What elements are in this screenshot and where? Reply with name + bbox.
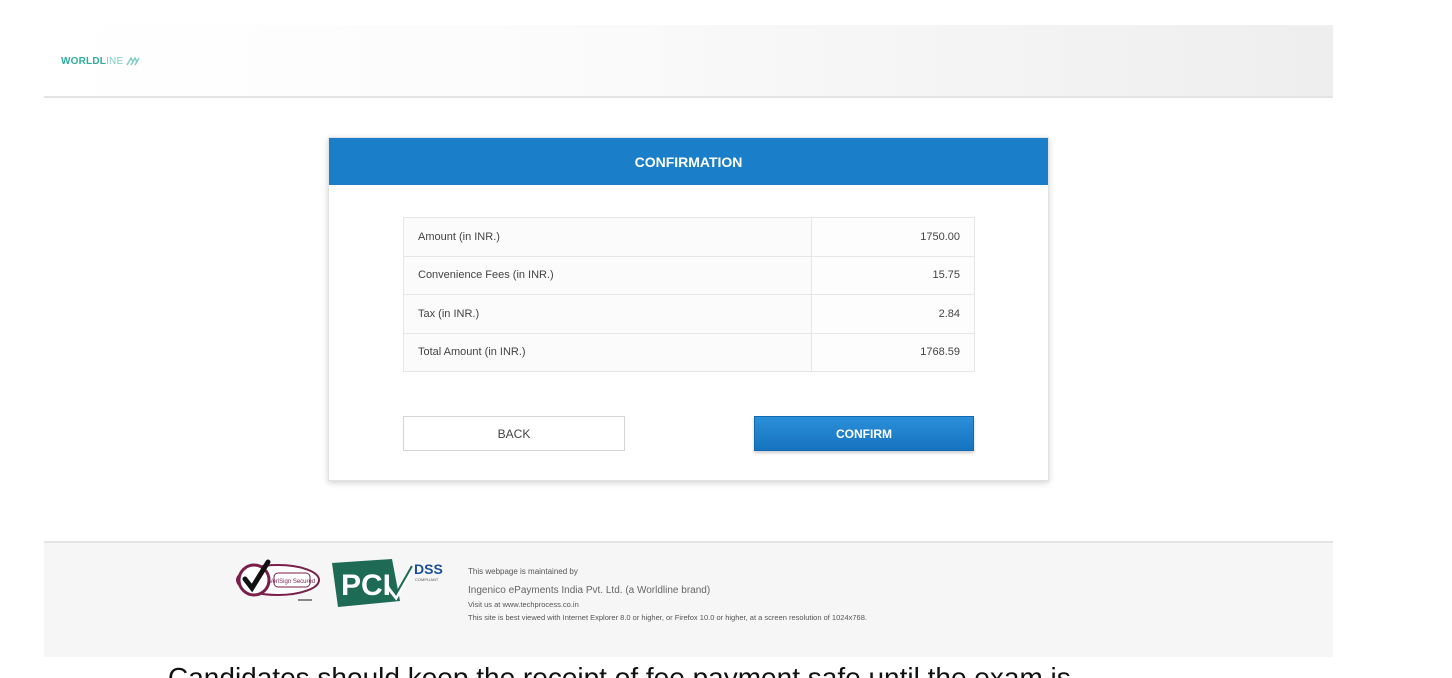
- total-amount-label: Total Amount (in INR.): [403, 333, 812, 372]
- tax-value: 2.84: [811, 294, 975, 334]
- confirmation-title: CONFIRMATION: [329, 138, 1048, 185]
- page-footer: VeriSign Secured PCI DSS COMPLIANT This …: [44, 541, 1333, 657]
- company-name-text: Ingenico ePayments India Pvt. Ltd. (a Wo…: [468, 585, 711, 596]
- total-amount-value: 1768.59: [811, 333, 975, 372]
- table-row: Convenience Fees (in INR.) 15.75: [403, 256, 975, 295]
- confirmation-card: CONFIRMATION Amount (in INR.) 1750.00 Co…: [328, 137, 1049, 481]
- browser-note-text: This site is best viewed with Internet E…: [468, 613, 867, 622]
- table-row: Tax (in INR.) 2.84: [403, 294, 975, 334]
- footer-text: This webpage is maintained by Ingenico e…: [468, 567, 867, 622]
- pci-text: PCI: [341, 569, 391, 602]
- maintained-by-text: This webpage is maintained by: [468, 567, 578, 576]
- logo-text-strong: WORLDL: [61, 55, 107, 67]
- convenience-fees-label: Convenience Fees (in INR.): [403, 256, 812, 295]
- amount-label: Amount (in INR.): [403, 217, 812, 257]
- tax-label: Tax (in INR.): [403, 294, 812, 334]
- worldline-logo[interactable]: WORLDL INE: [61, 54, 141, 68]
- table-row: Total Amount (in INR.) 1768.59: [403, 333, 975, 372]
- back-button[interactable]: BACK: [403, 416, 625, 451]
- convenience-fees-value: 15.75: [811, 256, 975, 295]
- pci-dss-logo: PCI DSS COMPLIANT: [332, 559, 443, 607]
- caption-text: Candidates should keep the receipt of fe…: [168, 662, 1071, 678]
- website-link[interactable]: Visit us at www.techprocess.co.in: [468, 600, 867, 609]
- fee-summary-table: Amount (in INR.) 1750.00 Convenience Fee…: [403, 217, 975, 372]
- amount-value: 1750.00: [811, 217, 975, 257]
- table-row: Amount (in INR.) 1750.00: [403, 217, 975, 257]
- verisign-text: VeriSign Secured: [269, 579, 315, 585]
- compliant-text: COMPLIANT: [415, 577, 439, 582]
- cropped-caption: Candidates should keep the receipt of fe…: [0, 660, 1452, 678]
- page-header: WORLDL INE: [44, 25, 1333, 98]
- verisign-secured-badge: VeriSign Secured: [236, 559, 320, 601]
- worldline-waves-icon: [126, 56, 141, 65]
- confirm-button[interactable]: CONFIRM: [754, 416, 974, 451]
- logo-text-light: INE: [106, 55, 124, 67]
- dss-text: DSS: [414, 561, 443, 577]
